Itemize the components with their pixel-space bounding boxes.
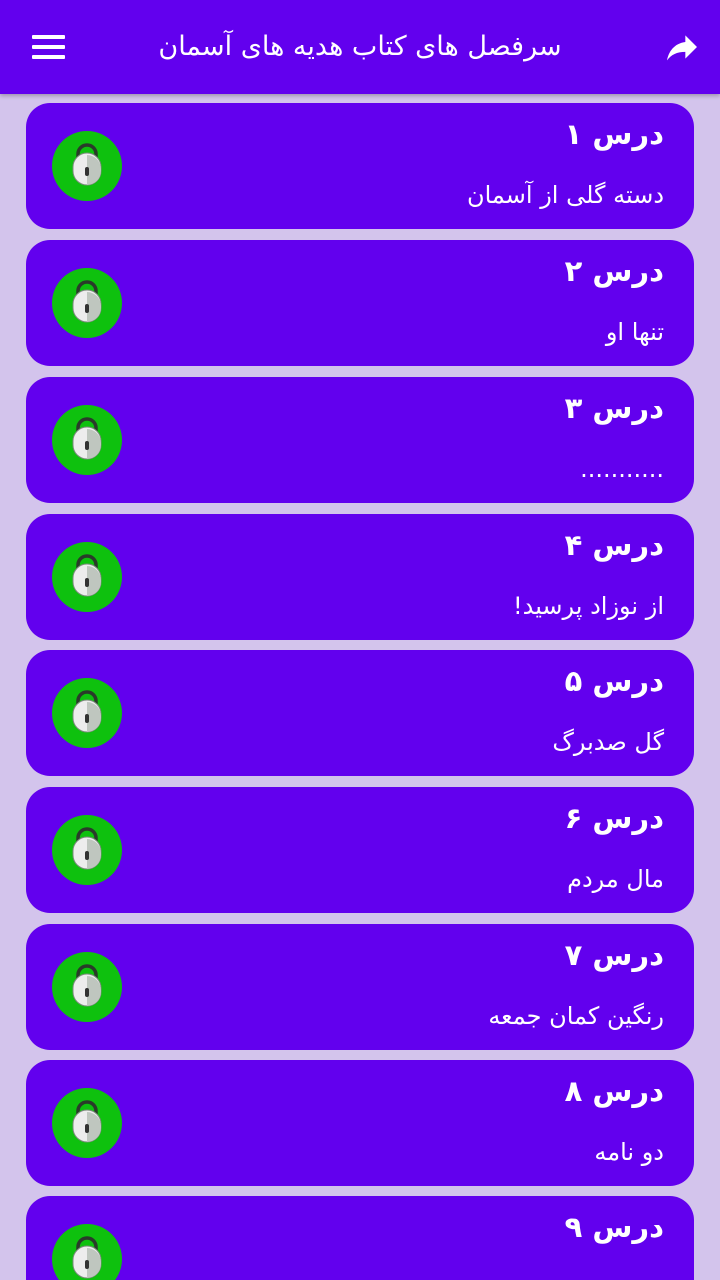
unlock-icon [52,131,122,201]
lesson-number: درس ۲ [564,254,664,288]
unlock-icon [52,678,122,748]
lesson-card[interactable]: درس ۵ گل صدبرگ [26,650,694,776]
lesson-number: درس ۶ [564,801,664,835]
lesson-number: درس ۷ [564,938,664,972]
lesson-title: ........... [580,455,664,483]
lesson-title: تنها او [605,318,664,346]
lesson-card[interactable]: درس ۱ دسته گلی از آسمان [26,103,694,229]
lesson-number: درس ۹ [564,1210,664,1244]
lesson-number: درس ۳ [564,391,664,425]
lesson-card[interactable]: درس ۶ مال مردم [26,787,694,913]
page-title: سرفصل های کتاب هدیه های آسمان [158,31,562,62]
lesson-number: درس ۵ [564,664,664,698]
lesson-card[interactable]: درس ۳ ........... [26,377,694,503]
unlock-icon [52,405,122,475]
lesson-card[interactable]: درس ۹ [26,1196,694,1280]
lesson-list[interactable]: درس ۱ دسته گلی از آسمان درس ۲ تنها او در… [0,94,720,1280]
lesson-card[interactable]: درس ۸ دو نامه [26,1060,694,1186]
lesson-title: رنگین کمان جمعه [488,1002,664,1030]
lesson-title: دو نامه [594,1138,664,1166]
hamburger-menu-icon[interactable] [30,32,68,62]
unlock-icon [52,542,122,612]
lesson-card[interactable]: درس ۴ از نوزاد پرسید! [26,514,694,640]
share-forward-icon[interactable] [662,27,702,67]
lesson-number: درس ۸ [564,1074,664,1108]
lesson-number: درس ۴ [564,528,664,562]
app-bar: سرفصل های کتاب هدیه های آسمان [0,0,720,94]
lesson-number: درس ۱ [564,117,664,151]
lesson-title: گل صدبرگ [552,728,664,756]
unlock-icon [52,815,122,885]
unlock-icon [52,952,122,1022]
unlock-icon [52,1088,122,1158]
lesson-title: مال مردم [567,865,664,893]
unlock-icon [52,1224,122,1280]
lesson-card[interactable]: درس ۲ تنها او [26,240,694,366]
unlock-icon [52,268,122,338]
lesson-title: از نوزاد پرسید! [512,592,664,620]
lesson-title: دسته گلی از آسمان [466,181,664,209]
lesson-card[interactable]: درس ۷ رنگین کمان جمعه [26,924,694,1050]
